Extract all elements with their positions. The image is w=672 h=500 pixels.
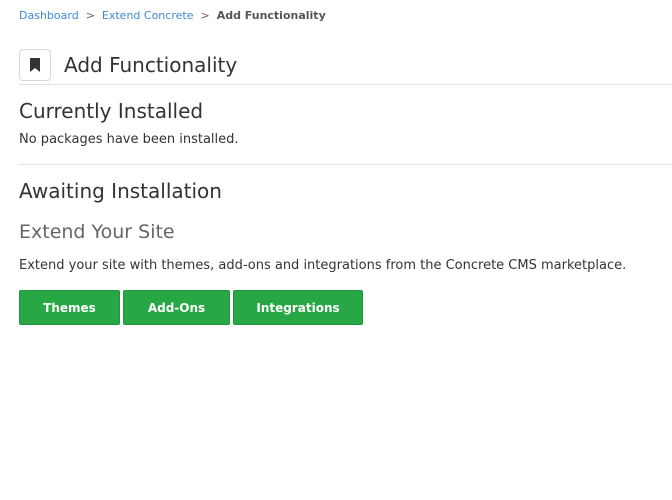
themes-button[interactable]: Themes — [19, 290, 120, 325]
currently-installed-heading: Currently Installed — [19, 99, 204, 123]
divider — [19, 84, 672, 85]
breadcrumb-link-extend-concrete[interactable]: Extend Concrete — [102, 9, 194, 22]
breadcrumb-separator: > — [200, 9, 210, 22]
extend-description: Extend your site with themes, add-ons an… — [19, 258, 627, 273]
breadcrumb-current: Add Functionality — [216, 9, 326, 22]
bookmark-button[interactable] — [19, 49, 51, 82]
marketplace-buttons: Themes Add-Ons Integrations — [19, 290, 363, 325]
breadcrumb: Dashboard > Extend Concrete > Add Functi… — [19, 9, 326, 22]
no-packages-message: No packages have been installed. — [19, 132, 239, 147]
add-ons-button[interactable]: Add-Ons — [123, 290, 230, 325]
bookmark-icon — [30, 58, 40, 73]
integrations-button[interactable]: Integrations — [233, 290, 363, 325]
page: Dashboard > Extend Concrete > Add Functi… — [0, 0, 672, 500]
breadcrumb-separator: > — [85, 9, 95, 22]
awaiting-installation-heading: Awaiting Installation — [19, 179, 222, 203]
divider — [19, 164, 672, 165]
page-title: Add Functionality — [64, 53, 238, 78]
breadcrumb-link-dashboard[interactable]: Dashboard — [19, 9, 79, 22]
extend-your-site-heading: Extend Your Site — [19, 221, 175, 243]
